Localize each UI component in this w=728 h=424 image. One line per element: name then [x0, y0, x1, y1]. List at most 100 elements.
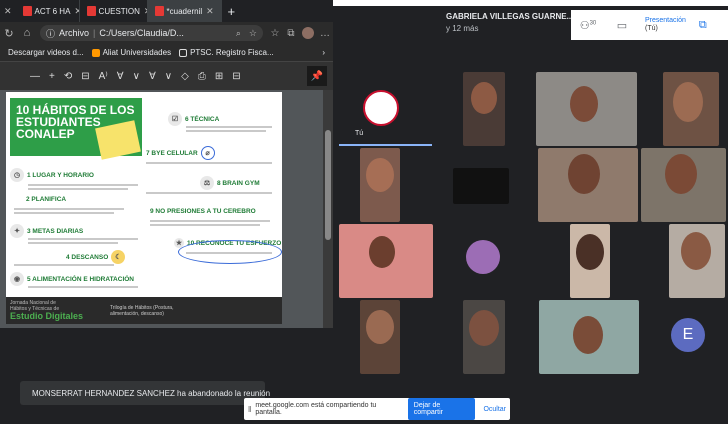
pdf-icon	[154, 6, 164, 16]
bookmark-label: PTSC. Registro Fisca...	[190, 48, 274, 57]
footer-brand: Jornada Nacional de Hábitos y Técnicas d…	[6, 300, 84, 321]
divider: |	[93, 28, 96, 38]
participant-tile[interactable]	[360, 300, 400, 374]
participant-tile[interactable]	[570, 224, 610, 298]
self-avatar	[363, 90, 399, 126]
bookmark-icon	[91, 48, 100, 57]
pdf-toolbar: — + ⟲ ⊟ A⁾ ∀ ∨ ∀ ∨ ◇ ⎙ ⊞ ⊟ 📌	[0, 62, 333, 90]
presentation-indicator[interactable]: Presentación (Tú)	[639, 17, 686, 33]
participant-tile[interactable]	[669, 224, 725, 298]
more-icon[interactable]: …	[317, 28, 333, 39]
participant-tile[interactable]	[538, 148, 638, 222]
self-label: Tú	[355, 130, 364, 137]
tab-strip: ✕ ACT 6 HA ✕ CUESTION ✕ *cuadernil ✕ +	[0, 0, 333, 22]
habit-label: 7 BYE CELULAR	[146, 149, 198, 157]
bookmark-item[interactable]: Descargar videos d...	[8, 48, 84, 57]
save-as-icon[interactable]: ⊟	[232, 71, 240, 82]
star-icon[interactable]: ☆	[249, 28, 257, 39]
close-icon[interactable]: ✕	[206, 6, 214, 17]
draw-icon[interactable]: ∀	[149, 71, 156, 82]
present-icon[interactable]: ⧉	[686, 19, 720, 32]
tab-cuestion[interactable]: CUESTION ✕	[80, 0, 148, 22]
rotate-icon[interactable]: ⟲	[64, 71, 72, 82]
text-line	[14, 208, 124, 210]
chevron-right-icon[interactable]: ›	[322, 48, 325, 57]
presentation-by: (Tú)	[645, 25, 658, 32]
refresh-icon[interactable]: ↻	[0, 27, 18, 40]
stop-sharing-button[interactable]: Dejar de compartir	[407, 398, 476, 420]
collections-icon[interactable]: ⧉	[283, 28, 299, 39]
top-strip	[333, 0, 728, 6]
more-participants: y 12 más	[446, 24, 479, 33]
scroll-thumb[interactable]	[325, 130, 331, 240]
new-tab-button[interactable]: +	[222, 4, 242, 19]
zoom-icon[interactable]: ⌕	[236, 28, 241, 39]
goals-icon: ✦	[10, 224, 24, 238]
speaking-indicator	[339, 144, 432, 146]
pdf-icon	[86, 6, 96, 16]
text-line	[28, 286, 138, 288]
save-icon[interactable]: ⊞	[215, 71, 223, 82]
bookmark-item[interactable]: Aliat Universidades	[91, 48, 172, 57]
tab-cuadernillo[interactable]: *cuadernil ✕	[147, 0, 222, 22]
read-aloud-icon[interactable]: A⁾	[99, 71, 108, 82]
drag-handle-icon[interactable]: ‖	[248, 405, 251, 414]
eraser-icon[interactable]: ◇	[181, 71, 189, 82]
habit-label: 4 DESCANSO	[66, 253, 109, 261]
chevron-down-icon[interactable]: ∨	[133, 71, 140, 82]
address-input[interactable]: ⓘ Archivo | C:/Users/Claudia/D... ⌕ ☆	[40, 25, 263, 41]
tab-act6[interactable]: ACT 6 HA ✕	[16, 0, 80, 22]
window-close-icon[interactable]: ✕	[0, 6, 16, 17]
participant-tile[interactable]	[466, 240, 500, 274]
habit-item: ☑ 6 TÉCNICA	[168, 112, 219, 126]
avatar[interactable]	[302, 27, 314, 39]
participant-tile[interactable]	[360, 148, 400, 222]
bookmark-item[interactable]: PTSC. Registro Fisca...	[179, 48, 274, 57]
participant-tile[interactable]	[463, 300, 505, 374]
highlight-icon[interactable]: ∀	[117, 71, 124, 82]
text-line	[150, 224, 260, 226]
participant-tile[interactable]	[663, 72, 719, 146]
participant-tile[interactable]	[463, 72, 505, 146]
pin-icon[interactable]: 📌	[307, 66, 327, 86]
bookmark-label: Aliat Universidades	[102, 48, 172, 57]
dumbbell-icon: ⚖	[200, 176, 214, 190]
pdf-icon	[22, 6, 32, 16]
text-line	[14, 212, 114, 214]
pdf-viewer[interactable]: 10 HÁBITOS DE LOS ESTUDIANTES CONALEP ◷ …	[0, 90, 333, 328]
hide-button[interactable]: Ocultar	[479, 406, 510, 413]
print-icon[interactable]: ⎙	[198, 71, 206, 82]
text-line	[28, 242, 118, 244]
habit-item: ◉ 5 ALIMENTACIÓN E HIDRATACIÓN	[10, 272, 134, 286]
participant-tile[interactable]	[339, 224, 433, 298]
zoom-in-icon[interactable]: +	[49, 71, 55, 82]
share-message: meet.google.com está compartiendo tu pan…	[255, 402, 377, 416]
chat-icon[interactable]: ▭	[605, 19, 639, 32]
text-line	[186, 126, 272, 128]
fit-page-icon[interactable]: ⊟	[81, 71, 89, 82]
text-line	[150, 220, 270, 222]
chevron-down-icon[interactable]: ∨	[165, 71, 172, 82]
participant-grid: Tú E	[333, 44, 728, 424]
favorites-icon[interactable]: ☆	[267, 28, 283, 39]
habit-item: 9 NO PRESIONES A TU CEREBRO	[150, 208, 256, 215]
footer-note: Trilogía de Hábitos (Postura, alimentaci…	[110, 304, 174, 317]
people-icon[interactable]: ⚇30	[571, 19, 605, 32]
habit-item: ◷ 1 LUGAR Y HORARIO	[10, 168, 94, 182]
text-line	[28, 238, 138, 240]
zoom-out-icon[interactable]: —	[30, 71, 40, 82]
browser-window: ✕ ACT 6 HA ✕ CUESTION ✕ *cuadernil ✕ + ↻…	[0, 0, 333, 328]
habit-item: ✦ 3 METAS DIARIAS	[10, 224, 83, 238]
text-line	[14, 264, 114, 266]
participant-tile[interactable]	[539, 300, 639, 374]
footer-big: Estudio Digitales	[10, 311, 84, 321]
home-icon[interactable]: ⌂	[18, 27, 36, 39]
participant-initial-avatar[interactable]: E	[671, 318, 705, 352]
participant-tile[interactable]	[641, 148, 726, 222]
participant-tile[interactable]	[536, 72, 637, 146]
habit-label: 9 NO PRESIONES A TU CEREBRO	[150, 208, 256, 215]
pdf-page: 10 HÁBITOS DE LOS ESTUDIANTES CONALEP ◷ …	[6, 92, 282, 324]
pdf-scrollbar[interactable]	[323, 90, 333, 328]
participant-tile[interactable]	[453, 168, 509, 204]
address-path: C:/Users/Claudia/D...	[99, 28, 184, 38]
